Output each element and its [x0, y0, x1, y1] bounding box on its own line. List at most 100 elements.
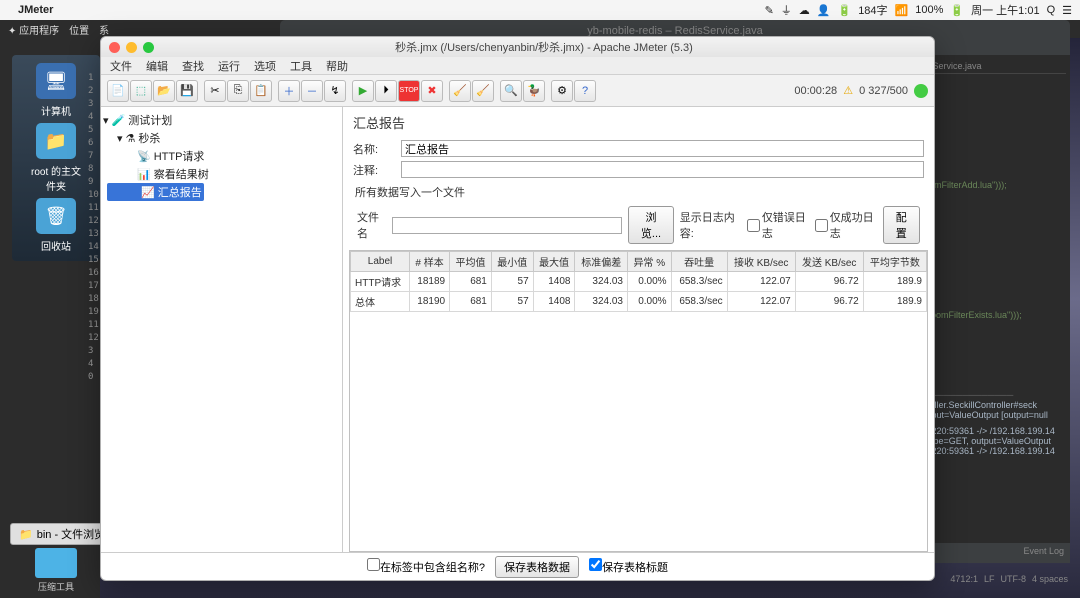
menu-edit[interactable]: 编辑	[141, 58, 173, 74]
intellij-title: yb-mobile-redis – RedisService.java	[280, 20, 1070, 37]
templates-button[interactable]: ⬚	[130, 80, 152, 102]
maximize-icon[interactable]	[143, 42, 154, 53]
intellij-status: Event Log	[920, 543, 1070, 563]
filename-input[interactable]	[392, 217, 622, 234]
jmeter-title: 秒杀.jmx (/Users/chenyanbin/秒杀.jmx) - Apac…	[154, 39, 934, 55]
spotlight-icon[interactable]: Q	[1047, 4, 1056, 16]
name-input[interactable]	[401, 140, 924, 157]
column-header[interactable]: 平均字节数	[863, 252, 926, 272]
report-footer: 在标签中包含组名称? 保存表格数据 保存表格标题	[101, 552, 934, 580]
save-header-checkbox[interactable]: 保存表格标题	[589, 558, 668, 575]
menu-help[interactable]: 帮助	[321, 58, 353, 74]
reset-search-button[interactable]: 🦆	[523, 80, 545, 102]
save-button[interactable]: 💾	[176, 80, 198, 102]
expand-button[interactable]: ＋	[278, 80, 300, 102]
clock[interactable]: 周一 上午1:01	[971, 2, 1039, 18]
desktop-icons-panel: 🖥 计算机 📁 root 的主文件夹 🗑 回收站	[12, 55, 100, 261]
menu-tools[interactable]: 工具	[285, 58, 317, 74]
running-indicator-icon	[914, 84, 928, 98]
column-header[interactable]: 平均值	[450, 252, 492, 272]
gnome-apps[interactable]: ✦ 应用程序	[8, 22, 59, 37]
ime-status[interactable]: 184字	[858, 2, 887, 18]
include-group-checkbox[interactable]: 在标签中包含组名称?	[367, 558, 485, 575]
menu-file[interactable]: 文件	[105, 58, 137, 74]
column-header[interactable]: # 样本	[410, 252, 450, 272]
clear-button[interactable]: 🧹	[449, 80, 471, 102]
browse-button[interactable]: 浏览...	[628, 206, 674, 244]
only-success-checkbox[interactable]: 仅成功日志	[815, 209, 877, 241]
threadgroup-icon: ⚗	[126, 132, 136, 145]
help-button[interactable]: ?	[574, 80, 596, 102]
filename-label: 文件名	[357, 209, 386, 241]
tree-result-tree[interactable]: 📊 察看结果树	[103, 165, 340, 183]
cut-button[interactable]: ✂	[204, 80, 226, 102]
desktop-icon-trash[interactable]: 🗑 回收站	[31, 198, 81, 253]
report-icon: 📈	[141, 186, 155, 199]
column-header[interactable]: 异常 %	[627, 252, 671, 272]
http-icon: 📡	[137, 150, 151, 163]
paste-button[interactable]: 📋	[250, 80, 272, 102]
start-no-pause-button[interactable]: ⏵	[375, 80, 397, 102]
new-button[interactable]: 📄	[107, 80, 129, 102]
open-button[interactable]: 📂	[153, 80, 175, 102]
tree-threadgroup[interactable]: ▾ ⚗ 秒杀	[103, 129, 340, 147]
comment-input[interactable]	[401, 161, 924, 178]
tree-root[interactable]: ▾ 🧪 测试计划	[103, 111, 340, 129]
search-button[interactable]: 🔍	[500, 80, 522, 102]
summary-table[interactable]: Label# 样本平均值最小值最大值标准偏差异常 %吞吐量接收 KB/sec发送…	[350, 251, 927, 312]
comment-label: 注释:	[353, 162, 395, 178]
file-section-label: 所有数据写入一个文件	[343, 180, 934, 204]
test-plan-tree[interactable]: ▾ 🧪 测试计划 ▾ ⚗ 秒杀 📡 HTTP请求 📊 察看结果树 📈 汇总报告	[101, 107, 343, 552]
summary-report-panel: 汇总报告 名称: 注释: 所有数据写入一个文件 文件名 浏览... 显示日志内容…	[343, 107, 934, 552]
minimize-icon[interactable]	[126, 42, 137, 53]
tree-http-request[interactable]: 📡 HTTP请求	[103, 147, 340, 165]
column-header[interactable]: 接收 KB/sec	[727, 252, 795, 272]
close-icon[interactable]	[109, 42, 120, 53]
save-table-data-button[interactable]: 保存表格数据	[495, 556, 579, 578]
column-header[interactable]: 最小值	[491, 252, 533, 272]
collapse-button[interactable]: －	[301, 80, 323, 102]
battery-pct[interactable]: 100%	[915, 4, 943, 16]
testplan-icon: 🧪	[112, 114, 126, 127]
mac-menu-bar: JMeter ✎⏚☁ 👤🔋 184字 📶 100% 🔋 周一 上午1:01 Q …	[0, 0, 1080, 20]
gnome-places[interactable]: 位置	[69, 22, 89, 37]
config-button[interactable]: 配置	[883, 206, 920, 244]
column-header[interactable]: 吞吐量	[671, 252, 727, 272]
jmeter-toolbar: 📄 ⬚ 📂 💾 ✂ ⎘ 📋 ＋ － ↯ ▶ ⏵ STOP ✖ 🧹 🧹 🔍 🦆 ⚙…	[101, 75, 934, 107]
jmeter-menu-bar: 文件 编辑 查找 运行 选项 工具 帮助	[101, 57, 934, 75]
panel-heading: 汇总报告	[343, 107, 934, 138]
stop-button[interactable]: STOP	[398, 80, 420, 102]
table-row[interactable]: HTTP请求18189681571408324.030.00%658.3/sec…	[351, 272, 927, 292]
function-helper-button[interactable]: ⚙	[551, 80, 573, 102]
tree-summary-report[interactable]: 📈 汇总报告	[107, 183, 204, 201]
log-display-label: 显示日志内容:	[680, 209, 741, 241]
name-label: 名称:	[353, 141, 395, 157]
table-row[interactable]: 总体18190681571408324.030.00%658.3/sec122.…	[351, 292, 927, 312]
jmeter-titlebar[interactable]: 秒杀.jmx (/Users/chenyanbin/秒杀.jmx) - Apac…	[101, 37, 934, 57]
folder-icon: 📁	[19, 528, 33, 541]
menu-search[interactable]: 查找	[177, 58, 209, 74]
jmeter-window: 秒杀.jmx (/Users/chenyanbin/秒杀.jmx) - Apac…	[100, 36, 935, 581]
column-header[interactable]: Label	[351, 252, 410, 272]
desktop-icon-home[interactable]: 📁 root 的主文件夹	[31, 123, 81, 193]
clear-all-button[interactable]: 🧹	[472, 80, 494, 102]
warning-icon[interactable]: ⚠	[843, 84, 853, 97]
column-header[interactable]: 最大值	[533, 252, 575, 272]
desktop-icon-computer[interactable]: 🖥 计算机	[31, 63, 81, 118]
app-name[interactable]: JMeter	[18, 4, 53, 16]
tree-toggle-icon[interactable]: ▾	[117, 132, 123, 145]
only-error-checkbox[interactable]: 仅错误日志	[747, 209, 809, 241]
start-button[interactable]: ▶	[352, 80, 374, 102]
menu-run[interactable]: 运行	[213, 58, 245, 74]
shutdown-button[interactable]: ✖	[421, 80, 443, 102]
results-icon: 📊	[137, 168, 151, 181]
intellij-editor[interactable]: isService.java oomFilterAdd.lua"))); blo…	[920, 55, 1070, 558]
column-header[interactable]: 标准偏差	[575, 252, 628, 272]
column-header[interactable]: 发送 KB/sec	[795, 252, 863, 272]
copy-button[interactable]: ⎘	[227, 80, 249, 102]
toggle-button[interactable]: ↯	[324, 80, 346, 102]
tree-toggle-icon[interactable]: ▾	[103, 114, 109, 127]
timer-label: 00:00:28	[794, 85, 837, 97]
dock-folder[interactable]: 压缩工具	[35, 548, 77, 593]
menu-options[interactable]: 选项	[249, 58, 281, 74]
